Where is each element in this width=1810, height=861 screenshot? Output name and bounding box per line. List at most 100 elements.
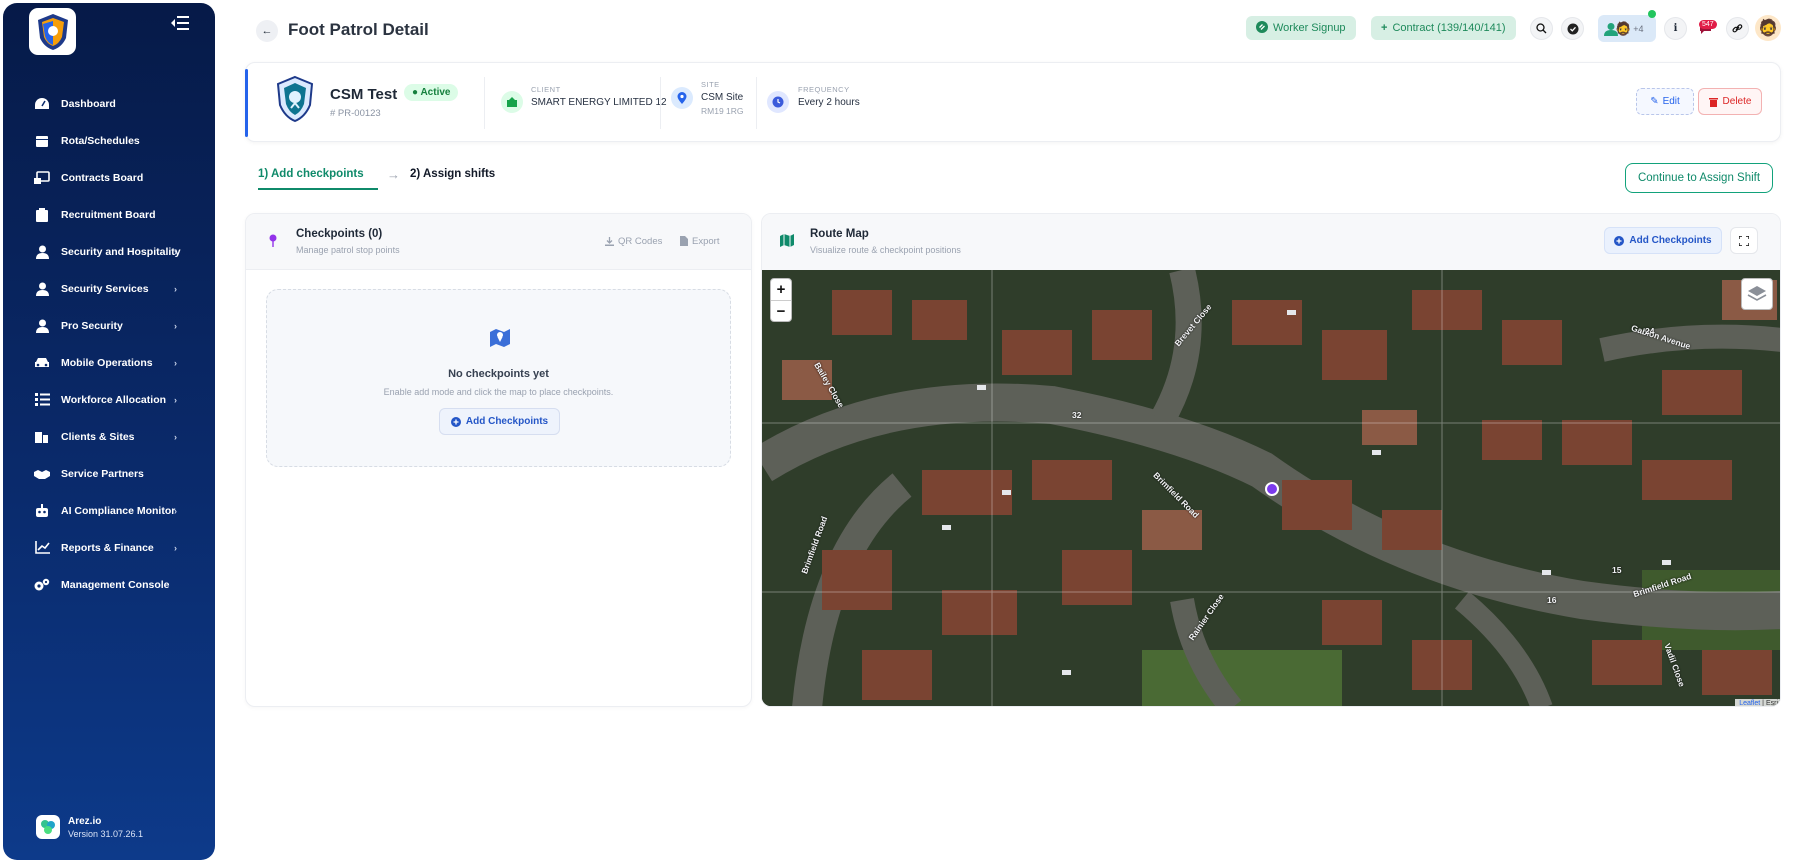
sidebar-item-label: Contracts Board — [61, 171, 144, 184]
layers-icon — [1747, 286, 1767, 301]
edit-button[interactable]: ✎ Edit — [1636, 88, 1694, 115]
sidebar-item-label: Security Services — [61, 282, 149, 295]
delete-label: Delete — [1722, 96, 1752, 107]
file-icon — [680, 236, 688, 246]
contract-label: Contract (139/140/141) — [1392, 22, 1506, 34]
sidebar-item-workforce-allocation[interactable]: Workforce Allocation › — [3, 381, 215, 418]
person-avatar-icon: 🧔 — [1615, 20, 1632, 36]
contract-button[interactable]: + Contract (139/140/141) — [1371, 16, 1516, 40]
sidebar-item-pro-security[interactable]: Pro Security › — [3, 307, 215, 344]
sidebar-item-contracts[interactable]: Contracts Board — [3, 159, 215, 196]
checkpoints-header: Checkpoints (0) Manage patrol stop point… — [246, 214, 751, 270]
worker-signup-button[interactable]: Worker Signup — [1246, 16, 1356, 40]
site-block: SITE CSM Site RM19 1RG — [701, 80, 744, 116]
frequency-block: FREQUENCY Every 2 hours — [798, 85, 860, 108]
sidebar-item-label: Pro Security — [61, 319, 123, 332]
tab-add-checkpoints[interactable]: 1) Add checkpoints — [258, 168, 364, 180]
contracts-icon — [33, 170, 51, 186]
fullscreen-button[interactable] — [1730, 227, 1758, 254]
sidebar-item-label: Rota/Schedules — [61, 134, 140, 147]
sidebar-item-label: Dashboard — [61, 97, 116, 110]
sidebar-item-clients-sites[interactable]: Clients & Sites › — [3, 418, 215, 455]
page-title: Foot Patrol Detail — [288, 20, 429, 39]
link-button[interactable] — [1726, 17, 1749, 40]
route-map-panel: Route Map Visualize route & checkpoint p… — [761, 213, 1781, 707]
sidebar-item-management-console[interactable]: Management Console — [3, 566, 215, 603]
sidebar-item-service-partners[interactable]: Service Partners — [3, 455, 215, 492]
continue-button[interactable]: Continue to Assign Shift — [1625, 163, 1773, 193]
frequency-label: FREQUENCY — [798, 85, 850, 94]
sidebar-item-rota[interactable]: Rota/Schedules — [3, 122, 215, 159]
list-icon — [33, 392, 51, 408]
user-avatar[interactable]: 🧔 — [1755, 15, 1781, 41]
sidebar-item-reports-finance[interactable]: Reports & Finance › — [3, 529, 215, 566]
zoom-out-button[interactable]: − — [771, 300, 791, 321]
tab-assign-shifts[interactable]: 2) Assign shifts — [410, 168, 495, 180]
empty-state-title: No checkpoints yet — [448, 368, 549, 380]
chevron-right-icon: › — [174, 357, 177, 368]
client-block: CLIENT SMART ENERGY LIMITED 12 — [531, 85, 667, 108]
map-add-checkpoints-label: Add Checkpoints — [1629, 235, 1712, 246]
sidebar-item-mobile-operations[interactable]: Mobile Operations › — [3, 344, 215, 381]
link-icon — [1256, 20, 1268, 36]
sidebar-item-label: Clients & Sites — [61, 430, 135, 443]
sidebar-item-label: Reports & Finance — [61, 541, 154, 554]
back-button[interactable]: ← — [256, 20, 278, 42]
online-users[interactable]: 🧔 +4 — [1598, 15, 1656, 42]
sidebar-item-recruitment[interactable]: Recruitment Board — [3, 196, 215, 233]
patrol-info-card: CSM Test ● Active # PR-00123 CLIENT SMAR… — [245, 62, 1781, 142]
sidebar-item-security-services[interactable]: Security Services › — [3, 270, 215, 307]
qr-codes-button[interactable]: QR Codes — [598, 230, 669, 252]
clipboard-icon — [33, 207, 51, 223]
pencil-icon: ✎ — [1650, 96, 1659, 107]
download-icon — [605, 236, 614, 246]
checkpoints-title: Checkpoints (0) — [296, 228, 383, 240]
car-icon — [33, 355, 51, 371]
active-tab-indicator — [258, 188, 378, 190]
house-number: 15 — [1612, 565, 1622, 575]
site-label: SITE — [701, 80, 720, 89]
status-badge: ● Active — [404, 84, 459, 101]
search-button[interactable] — [1530, 17, 1553, 40]
empty-state-subtitle: Enable add mode and click the map to pla… — [383, 387, 614, 397]
satellite-map[interactable]: Brevet Close Gabion Avenue Brimfield Roa… — [762, 270, 1780, 707]
user-icon — [33, 281, 51, 297]
current-location-marker[interactable] — [1265, 482, 1279, 496]
chevron-right-icon: › — [174, 320, 177, 331]
handshake-icon — [33, 466, 51, 482]
sidebar-footer: Arez.io Version 31.07.26.1 — [36, 815, 143, 839]
map-add-checkpoints-button[interactable]: Add Checkpoints — [1604, 227, 1722, 254]
worker-signup-label: Worker Signup — [1273, 22, 1346, 34]
zoom-in-button[interactable]: + — [771, 279, 791, 300]
sidebar-item-ai-compliance[interactable]: AI Compliance Monitor › — [3, 492, 215, 529]
qr-codes-label: QR Codes — [618, 235, 663, 247]
map-attribution: Leaflet | Esri — [1735, 699, 1780, 707]
zoom-control: + − — [770, 278, 792, 322]
sidebar-item-label: AI Compliance Monitor — [61, 504, 176, 517]
site-value[interactable]: CSM Site — [701, 92, 744, 103]
export-button[interactable]: Export — [673, 230, 726, 252]
sidebar-item-security-hospitality[interactable]: Security and Hospitality › — [3, 233, 215, 270]
sidebar: Dashboard Rota/Schedules Contracts Board… — [3, 3, 215, 860]
client-value[interactable]: SMART ENERGY LIMITED 12 — [531, 97, 667, 108]
house-number: 24 — [1645, 326, 1655, 336]
attribution-text: | Esri — [1760, 700, 1778, 707]
arrow-left-icon: ← — [261, 25, 273, 37]
collapse-sidebar-icon[interactable] — [171, 15, 191, 33]
patrol-id: # PR-00123 — [330, 108, 381, 119]
online-indicator — [1648, 10, 1656, 18]
chevron-right-icon: › — [174, 246, 177, 257]
sidebar-item-dashboard[interactable]: Dashboard — [3, 85, 215, 122]
delete-button[interactable]: Delete — [1698, 88, 1762, 115]
clock-icon — [767, 91, 789, 113]
profile-avatar-icon: 🧔 — [1758, 20, 1778, 37]
tasks-button[interactable] — [1561, 17, 1584, 40]
leaflet-link[interactable]: Leaflet — [1739, 700, 1760, 706]
layers-button[interactable] — [1741, 278, 1773, 310]
user-icon — [33, 244, 51, 260]
chart-icon — [33, 540, 51, 556]
add-checkpoints-button[interactable]: Add Checkpoints — [439, 408, 560, 435]
company-logo[interactable] — [29, 8, 76, 55]
plus-circle-icon — [450, 416, 461, 427]
info-button[interactable]: i — [1664, 17, 1687, 40]
